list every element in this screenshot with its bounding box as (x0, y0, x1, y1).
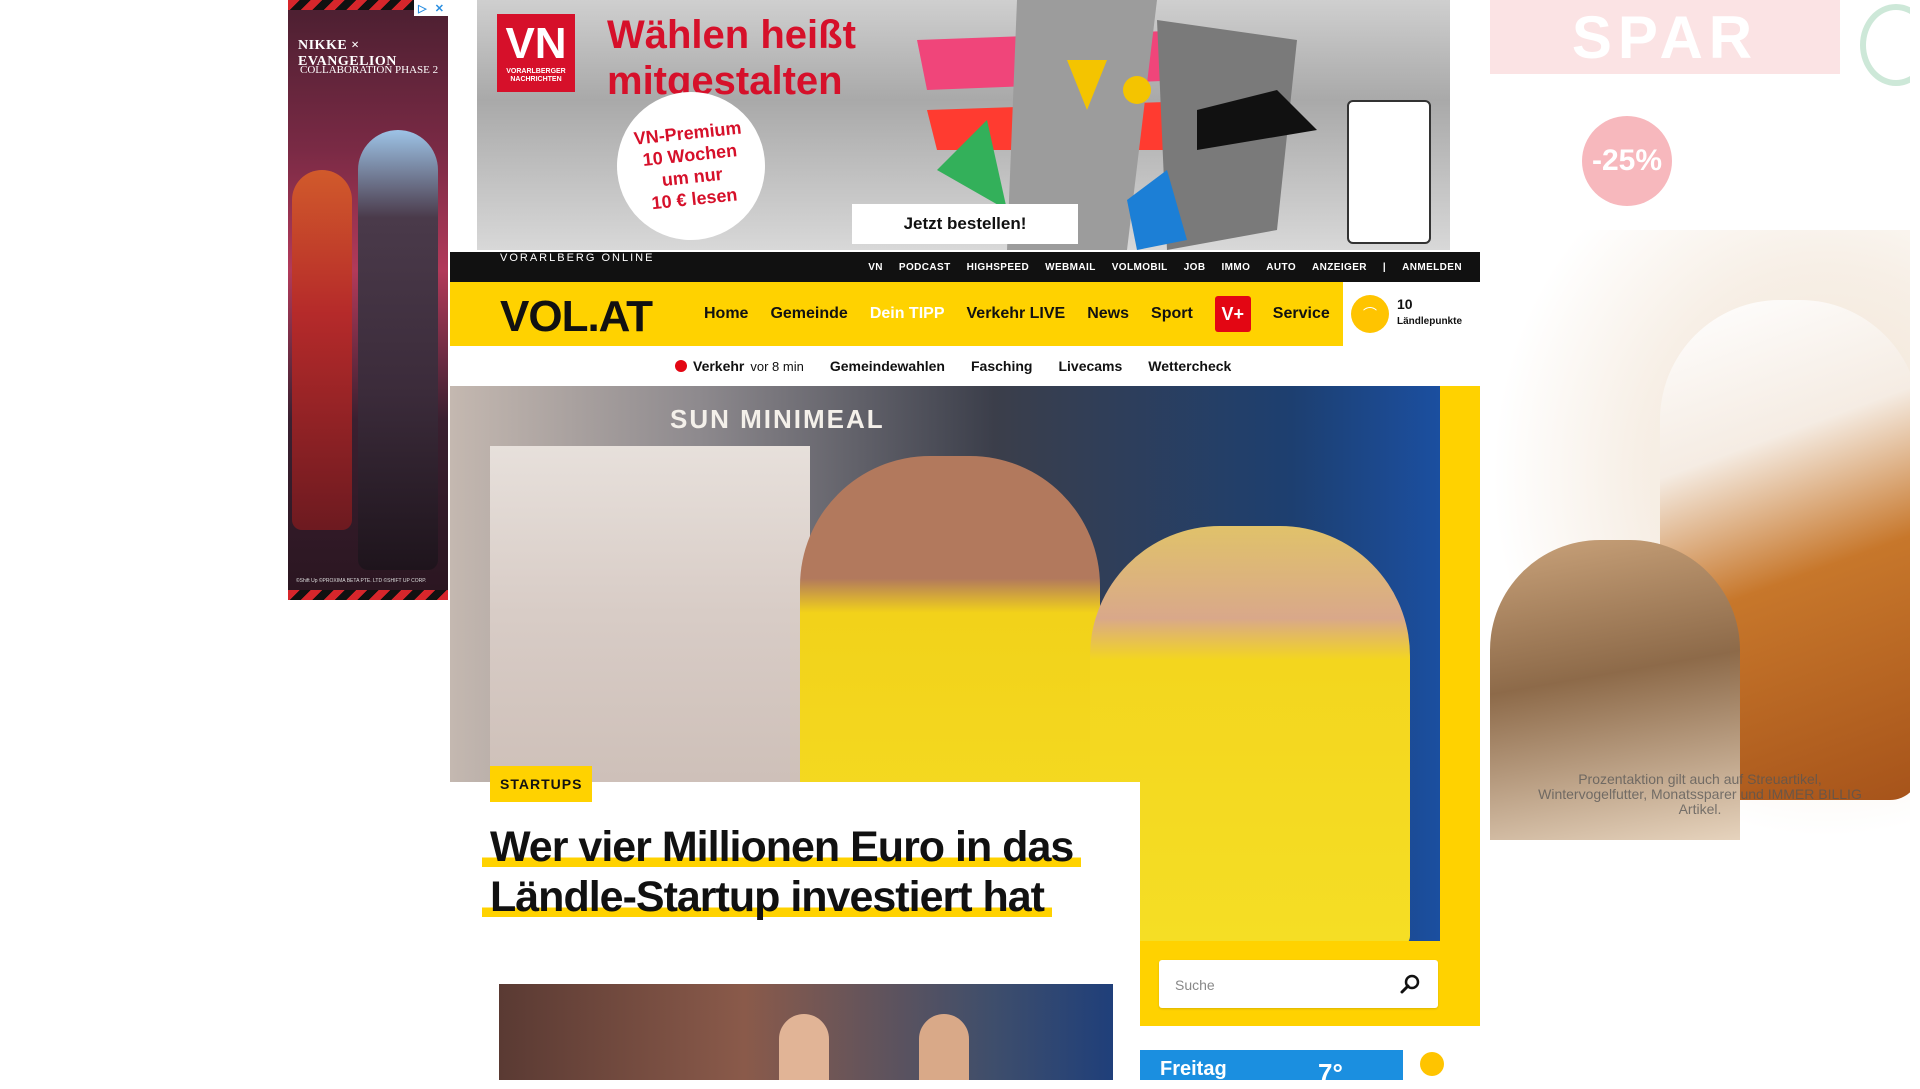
utility-link-immo[interactable]: IMMO (1221, 262, 1250, 273)
main-nav-items: Home Gemeinde Dein TIPP Verkehr LIVE New… (704, 282, 1330, 346)
thumb-person-2 (919, 1014, 969, 1080)
mountain-sun-icon: ⌒ (1351, 295, 1389, 333)
search-icon[interactable] (1398, 972, 1422, 996)
article-title-line-1: Wer vier Millionen Euro in das (482, 823, 1082, 871)
article-thumbnail[interactable] (499, 984, 1113, 1080)
ad-disclaimer: Prozentaktion gilt auch auf Streuartikel… (1538, 771, 1862, 817)
subnav-item-gemeindewahlen[interactable]: Gemeindewahlen (830, 358, 945, 374)
utility-link-anzeiger[interactable]: ANZEIGER (1312, 262, 1367, 273)
nav-item-home[interactable]: Home (704, 305, 748, 323)
subnav-item-livecams[interactable]: Livecams (1058, 358, 1122, 374)
weather-widget[interactable]: Freitag 7° (1140, 1040, 1454, 1088)
ad-stripe-bottom (288, 590, 448, 600)
sun-icon (1410, 1040, 1454, 1084)
thumb-person-1 (779, 1014, 829, 1080)
live-time: vor 8 min (750, 359, 804, 374)
site-logo[interactable]: VOL.AT (500, 292, 653, 342)
laendlepunkte-widget[interactable]: ⌒ 10 Ländlepunkte (1340, 282, 1483, 346)
ad-newspaper-image (1347, 100, 1431, 244)
utility-link-vn[interactable]: VN (868, 262, 883, 273)
left-skyscraper-ad[interactable]: ▷ ✕ NIKKE × EVANGELION COLLABORATION PHAS… (288, 0, 448, 600)
utility-link-highspeed[interactable]: HIGHSPEED (967, 262, 1030, 273)
nav-item-gemeinde[interactable]: Gemeinde (770, 305, 847, 323)
weather-day: Freitag (1160, 1058, 1227, 1080)
vn-logo: VN VORARLBERGER NACHRICHTEN (497, 14, 575, 92)
search-input[interactable] (1173, 960, 1377, 1010)
utility-separator: | (1382, 261, 1387, 273)
ad-character-right (358, 130, 438, 570)
top-banner-ad[interactable]: VN VORARLBERGER NACHRICHTEN Wählen heißt… (477, 0, 1450, 250)
nav-item-sport[interactable]: Sport (1151, 305, 1193, 323)
vplus-button[interactable]: V+ (1214, 296, 1251, 332)
site-brand-text: VORARLBERG ONLINE (500, 252, 655, 264)
spar-leaf-icon (1860, 4, 1910, 86)
sub-navigation: Verkehr vor 8 min Gemeindewahlen Fasching… (450, 346, 1480, 387)
right-skyscraper-ad[interactable]: SPAR -25% Prozentaktion gilt auch auf St… (1490, 0, 1910, 840)
subnav-item-wettercheck[interactable]: Wettercheck (1148, 358, 1231, 374)
utility-link-podcast[interactable]: PODCAST (899, 262, 951, 273)
utility-link-job[interactable]: JOB (1184, 262, 1206, 273)
live-traffic-link[interactable]: Verkehr vor 8 min (675, 358, 804, 374)
nav-item-news[interactable]: News (1087, 305, 1129, 323)
main-navigation: VOL.AT Home Gemeinde Dein TIPP Verkehr L… (450, 282, 1483, 346)
ad-character-left (292, 170, 352, 530)
points-value: 10 (1397, 296, 1413, 312)
weather-temp: 7° (1318, 1058, 1343, 1088)
ad-cta-button[interactable]: Jetzt bestellen! (852, 204, 1078, 244)
vn-logo-name: VORARLBERGER NACHRICHTEN (506, 68, 566, 83)
login-link[interactable]: ANMELDEN (1402, 262, 1462, 273)
points-label: Ländlepunkte (1397, 316, 1463, 327)
ad-headline: Wählen heißt mitgestalten (607, 13, 856, 103)
live-label: Verkehr (693, 358, 745, 374)
utility-links: VN PODCAST HIGHSPEED WEBMAIL VOLMOBIL JO… (868, 252, 1462, 282)
vn-logo-letters: VN (505, 19, 567, 68)
nav-item-verkehr-live[interactable]: Verkehr LIVE (967, 305, 1066, 323)
utility-link-auto[interactable]: AUTO (1266, 262, 1296, 273)
utility-link-webmail[interactable]: WEBMAIL (1045, 262, 1096, 273)
ad-offer-circle: VN-Premium 10 Wochen um nur 10 € lesen (609, 84, 773, 248)
live-dot-icon (675, 360, 687, 372)
nav-item-dein-tipp[interactable]: Dein TIPP (870, 305, 945, 323)
discount-badge: -25% (1582, 116, 1672, 206)
article-category-tag[interactable]: STARTUPS (490, 766, 593, 802)
article-title-line-2: Ländle-Startup investiert hat (482, 873, 1052, 921)
top-utility-bar: VORARLBERG ONLINE VN PODCAST HIGHSPEED W… (450, 252, 1480, 282)
ad-copyright: ©Shift Up ©PROXIMA BETA PTE. LTD ©SHIFT … (296, 578, 427, 584)
hero-poster-text: SUN MINIMEAL (670, 404, 885, 434)
subnav-item-fasching[interactable]: Fasching (971, 358, 1032, 374)
ad-choices-icon[interactable]: ▷ ✕ (414, 0, 448, 16)
spar-logo: SPAR (1490, 0, 1840, 74)
nav-item-service[interactable]: Service (1273, 305, 1330, 323)
search-box (1159, 960, 1438, 1010)
article-title[interactable]: Wer vier Millionen Euro in das Ländle-St… (482, 822, 1102, 922)
ad-subtitle: COLLABORATION PHASE 2 (300, 64, 439, 76)
utility-link-volmobil[interactable]: VOLMOBIL (1112, 262, 1168, 273)
